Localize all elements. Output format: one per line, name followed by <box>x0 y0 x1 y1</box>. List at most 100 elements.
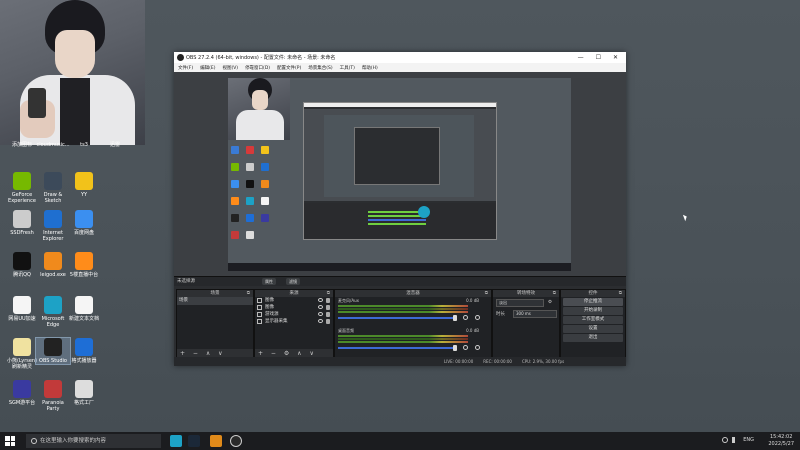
desktop-icon-label: 小熊(Lyrsen)刷新精灵 <box>6 358 38 370</box>
desktop-icon-leigod[interactable]: leigod.exe <box>36 252 70 278</box>
desktop-icon-label: OBS Studio <box>39 358 67 364</box>
folder-icon <box>13 338 31 356</box>
preview-desktop-icon <box>246 163 254 171</box>
duration-input[interactable]: 300 ms <box>513 309 557 318</box>
transitions-header: 转场特效 <box>517 291 535 296</box>
edge-taskbar-icon[interactable] <box>170 435 182 447</box>
exit-button[interactable]: 退出 <box>563 334 623 342</box>
search-icon <box>31 438 37 444</box>
obs-title-bar[interactable]: OBS 27.2.4 (64-bit, windows) - 配置文件: 未命名… <box>174 52 626 63</box>
mouse-cursor <box>682 213 689 222</box>
desktop-icon-label: cloudmusic... <box>36 142 70 148</box>
desktop-icon-label: 添加图标 <box>11 142 32 148</box>
volume-slider[interactable] <box>338 347 456 349</box>
desktop-icon-sgm[interactable]: SGM游平台 <box>5 380 39 406</box>
close-button[interactable]: ✕ <box>613 54 618 61</box>
volume-slider-knob[interactable] <box>453 345 457 351</box>
speaker-icon[interactable] <box>463 345 468 350</box>
desktop-icon-party[interactable]: Paranoia Party <box>36 380 70 412</box>
wallpaper-character-image <box>0 0 145 145</box>
preview-desktop-icon <box>261 163 269 171</box>
volume-icon[interactable] <box>732 437 738 443</box>
desktop-icon-folder[interactable]: 小熊(Lyrsen)刷新精灵 <box>5 338 39 370</box>
transitions-dock: 转场特效 ⧉ 淡出 ⚙ 时长 300 ms <box>492 289 560 359</box>
desktop-icon-label: 百度网盘 <box>73 230 94 236</box>
transition-type-select[interactable]: 淡出 <box>496 298 544 307</box>
party-icon <box>44 380 62 398</box>
windows-start-icon[interactable] <box>5 436 15 446</box>
source-item-image-1[interactable]: 图像 <box>255 297 333 304</box>
desktop-icon-label: 迅雷 <box>109 142 120 148</box>
desktop-icon-app[interactable]: 添加图标 <box>5 140 39 148</box>
menu-profile[interactable]: 配置文件(P) <box>277 65 301 71</box>
desktop-icon-ie[interactable]: Internet Explorer <box>36 210 70 242</box>
desktop-icon-label: SGM游平台 <box>8 400 36 406</box>
mixer-channel-mic: 麦克风/Aux 0.0 dB <box>335 297 491 327</box>
desktop-icon-document[interactable]: 新建文本文档 <box>67 296 101 322</box>
menu-edit[interactable]: 编辑(E) <box>200 65 215 71</box>
app-taskbar-icon[interactable] <box>210 435 222 447</box>
menu-scene-collection[interactable]: 场景集合(S) <box>308 65 332 71</box>
gear-icon[interactable] <box>475 315 480 320</box>
lock-icon <box>326 312 330 317</box>
desktop-icon-obs[interactable]: OBS Studio <box>35 337 71 365</box>
ssd-icon <box>13 210 31 228</box>
preview-desktop-icon <box>246 231 254 239</box>
minimize-button[interactable]: — <box>578 54 584 61</box>
network-icon[interactable] <box>722 437 728 443</box>
channel-name: 麦克风/Aux <box>338 298 359 303</box>
scenes-dock: 场景 ⧉ 场景 + − ∧ ∨ <box>176 289 254 359</box>
gear-icon[interactable] <box>475 345 480 350</box>
taskbar-search-box[interactable]: 在这里输入你要搜索的内容 <box>26 434 161 448</box>
menu-help[interactable]: 帮助(H) <box>362 65 378 71</box>
desktop-icon-geforce[interactable]: GeForce Experience <box>5 172 39 204</box>
source-item-image-2[interactable]: 图像 <box>255 304 333 311</box>
clock-date: 2022/5/27 <box>768 441 794 447</box>
scene-item[interactable]: 场景 <box>177 297 253 305</box>
source-item-display[interactable]: 显示器采集 <box>255 318 333 325</box>
studio-mode-button[interactable]: 工作室模式 <box>563 316 623 324</box>
desktop-icon-thunder[interactable]: 迅雷 <box>98 140 132 148</box>
settings-button[interactable]: 设置 <box>563 325 623 333</box>
obs-window[interactable]: OBS 27.2.4 (64-bit, windows) - 配置文件: 未命名… <box>174 52 626 366</box>
desktop-icon-edge[interactable]: Microsoft Edge <box>36 296 70 328</box>
speaker-icon[interactable] <box>463 315 468 320</box>
desktop-icon-baidu-disk[interactable]: 百度网盘 <box>67 210 101 236</box>
no-source-selected-label: 未选择源 <box>177 279 195 284</box>
desktop-icon-label: Paranoia Party <box>42 400 64 412</box>
desktop-icon-live[interactable]: 5楼直播中台 <box>67 252 101 278</box>
start-recording-button[interactable]: 开始录制 <box>563 307 623 315</box>
desktop-icon-music[interactable]: cloudmusic... <box>36 140 70 148</box>
image-icon <box>257 298 262 303</box>
live-status: LIVE: 00:00:00 <box>444 359 474 364</box>
volume-slider-knob[interactable] <box>453 315 457 321</box>
desktop-icon-label: 5楼直播中台 <box>69 272 99 278</box>
desktop-icon-ssd[interactable]: SSDFresh <box>5 210 39 236</box>
desktop-icon-player[interactable]: 格式播放器 <box>67 338 101 364</box>
properties-button[interactable]: 属性 <box>262 278 276 285</box>
obs-preview[interactable] <box>174 72 626 276</box>
menu-tools[interactable]: 工具(T) <box>340 65 355 71</box>
desktop-icon-uu[interactable]: 网易UU加速 <box>5 296 39 322</box>
desktop-icon-draw[interactable]: Draw & Sketch <box>36 172 70 204</box>
filters-button[interactable]: 滤镜 <box>286 278 300 285</box>
language-indicator[interactable]: ENG <box>743 437 754 443</box>
obs-taskbar-icon[interactable] <box>230 435 242 447</box>
volume-slider[interactable] <box>338 317 456 319</box>
desktop-icon-yy[interactable]: YY <box>67 172 101 198</box>
desktop-icon-qq[interactable]: 腾讯QQ <box>5 252 39 278</box>
menu-file[interactable]: 文件(F) <box>178 65 193 71</box>
desktop-icon-ts3[interactable]: ts3 <box>67 140 101 148</box>
menu-view[interactable]: 视图(V) <box>222 65 238 71</box>
taskbar-clock[interactable]: 15:42:02 2022/5/27 <box>768 434 794 448</box>
live-icon <box>75 252 93 270</box>
desktop-icon-factory[interactable]: 格式工厂 <box>67 380 101 406</box>
stop-streaming-button[interactable]: 停止推流 <box>563 298 623 306</box>
steam-taskbar-icon[interactable] <box>188 435 200 447</box>
maximize-button[interactable]: ☐ <box>596 54 601 61</box>
gear-icon[interactable]: ⚙ <box>548 300 552 305</box>
preview-desktop-icon <box>231 180 239 188</box>
menu-docks[interactable]: 停靠窗口(D) <box>245 65 270 71</box>
source-item-game[interactable]: 游戏源 <box>255 311 333 318</box>
obs-window-title: OBS 27.2.4 (64-bit, windows) - 配置文件: 未命名… <box>186 55 336 61</box>
